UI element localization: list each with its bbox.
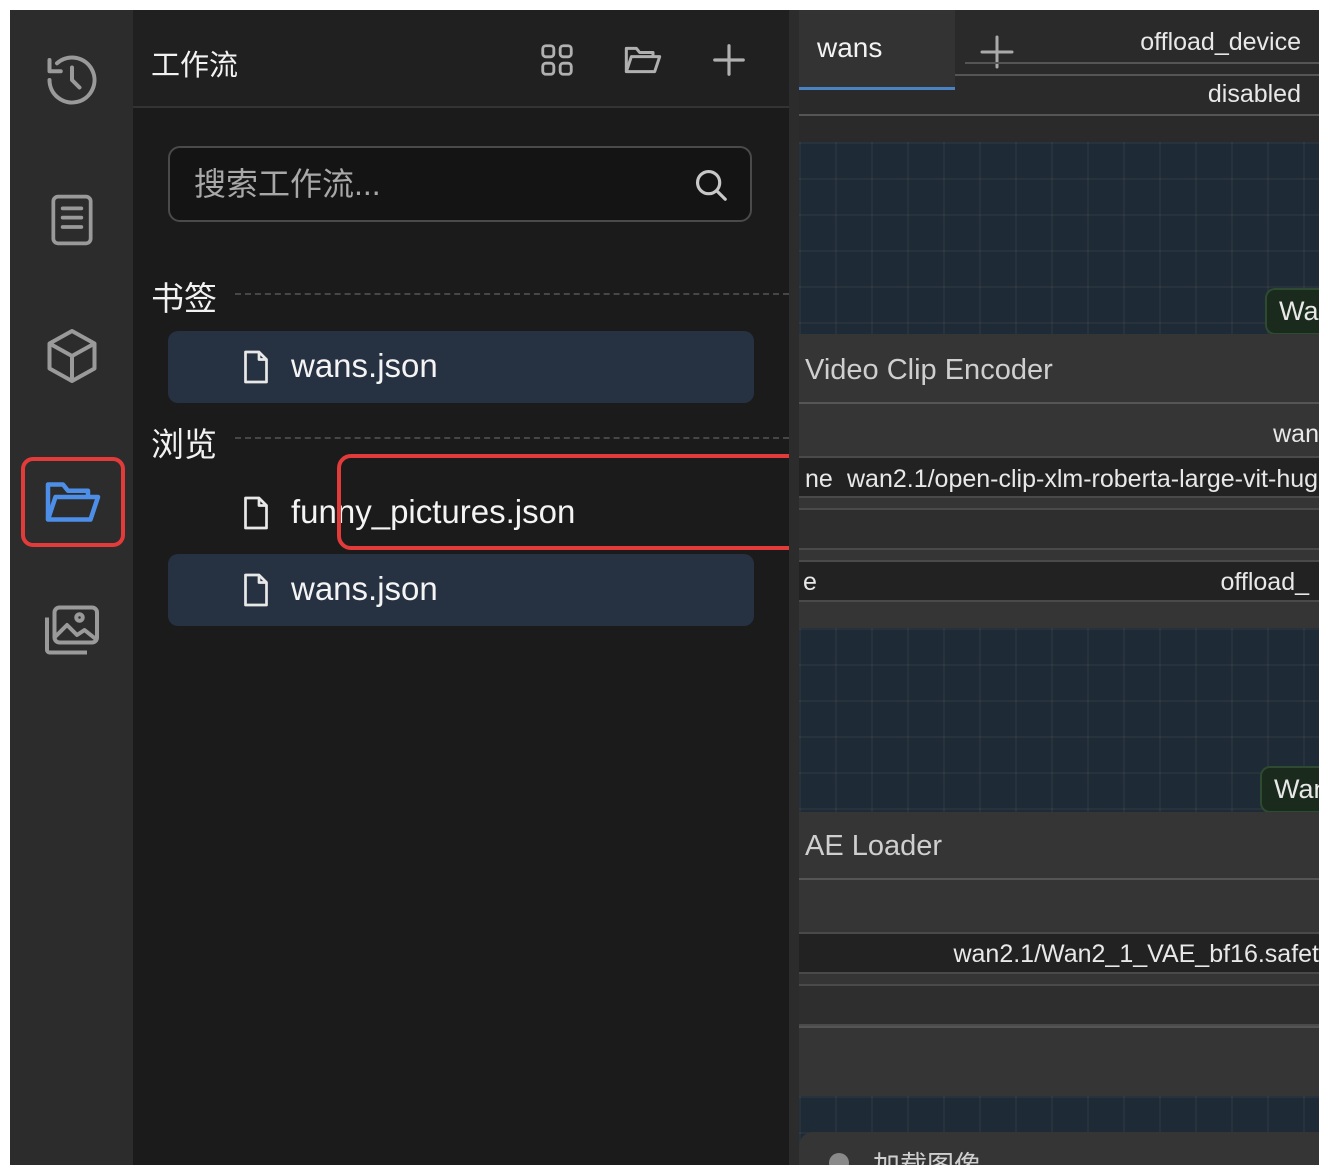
- widget-label: e: [803, 568, 817, 596]
- offload-value[interactable]: offload_: [1220, 568, 1309, 597]
- file-name: wans.json: [291, 570, 438, 607]
- file-icon: [244, 350, 268, 384]
- graph-canvas[interactable]: wans offload_device disabled Wan Video C…: [799, 10, 1319, 1165]
- panel-header: 工作流: [133, 10, 789, 108]
- node-title: 加载图像: [873, 1144, 981, 1165]
- node-title: Video Clip Encoder: [805, 354, 1053, 386]
- browse-item-funny-pictures[interactable]: funny_pictures.json: [168, 477, 754, 549]
- widget-label: ne: [805, 465, 833, 493]
- widget-border: [799, 114, 1319, 116]
- clip-name-value[interactable]: wan2.1/open-clip-xlm-roberta-large-vit-h…: [847, 465, 1318, 494]
- widget-row[interactable]: [799, 508, 1319, 550]
- browse-item-wans[interactable]: wans.json: [168, 554, 754, 626]
- cube-icon[interactable]: [25, 314, 119, 398]
- images-icon[interactable]: [25, 588, 119, 672]
- icon-rail: [10, 10, 133, 1165]
- plus-icon[interactable]: [707, 38, 751, 82]
- canvas-grid: [799, 142, 1319, 334]
- vae-name-value[interactable]: wan2.1/Wan2_1_VAE_bf16.safet: [953, 940, 1319, 969]
- divider: [235, 293, 789, 295]
- widget-border: [799, 1026, 1319, 1028]
- offload-device-value[interactable]: offload_device: [1140, 28, 1301, 57]
- bookmarks-label: 书签: [151, 280, 217, 317]
- app-window: 工作流 搜索工作流... 书签 wans.json 浏览 funny_pictu…: [10, 10, 1319, 1165]
- file-icon: [244, 496, 268, 530]
- grid-icon[interactable]: [535, 38, 579, 82]
- widget-row[interactable]: [799, 984, 1319, 1026]
- node-badge: Wan: [1265, 288, 1319, 335]
- tab-label: wans: [817, 32, 883, 63]
- file-name: funny_pictures.json: [291, 493, 576, 530]
- folder-open-icon: [624, 46, 662, 74]
- file-name: wans.json: [291, 347, 438, 384]
- document-icon[interactable]: [25, 178, 119, 262]
- divider: [235, 437, 789, 439]
- widget-border: [799, 402, 1319, 404]
- tab-wans[interactable]: wans: [799, 10, 955, 90]
- history-icon[interactable]: [25, 38, 119, 122]
- widget-border: [799, 878, 1319, 880]
- panel-resize-handle[interactable]: [789, 10, 799, 1165]
- new-tab-plus-icon[interactable]: [977, 32, 1017, 72]
- browse-label: 浏览: [151, 426, 217, 463]
- disabled-value[interactable]: disabled: [1208, 80, 1301, 109]
- search-icon[interactable]: [690, 164, 732, 206]
- file-icon: [244, 573, 268, 607]
- panel-title: 工作流: [151, 50, 239, 82]
- folder-open-icon: [45, 482, 101, 522]
- search-input[interactable]: [194, 158, 674, 210]
- canvas-grid: [799, 628, 1319, 812]
- node-badge: Wan\: [1260, 766, 1319, 813]
- widget-border: [965, 62, 1319, 64]
- open-folder-button[interactable]: [621, 38, 665, 82]
- bookmark-item[interactable]: wans.json: [168, 331, 754, 403]
- node-field-value[interactable]: wan: [1273, 420, 1319, 449]
- search-box: [168, 146, 752, 222]
- workflow-panel: 工作流 搜索工作流... 书签 wans.json 浏览 funny_pictu…: [133, 10, 807, 1165]
- workflows-nav-button[interactable]: [21, 457, 125, 547]
- widget-border: [955, 74, 1319, 76]
- node-title: AE Loader: [805, 830, 943, 862]
